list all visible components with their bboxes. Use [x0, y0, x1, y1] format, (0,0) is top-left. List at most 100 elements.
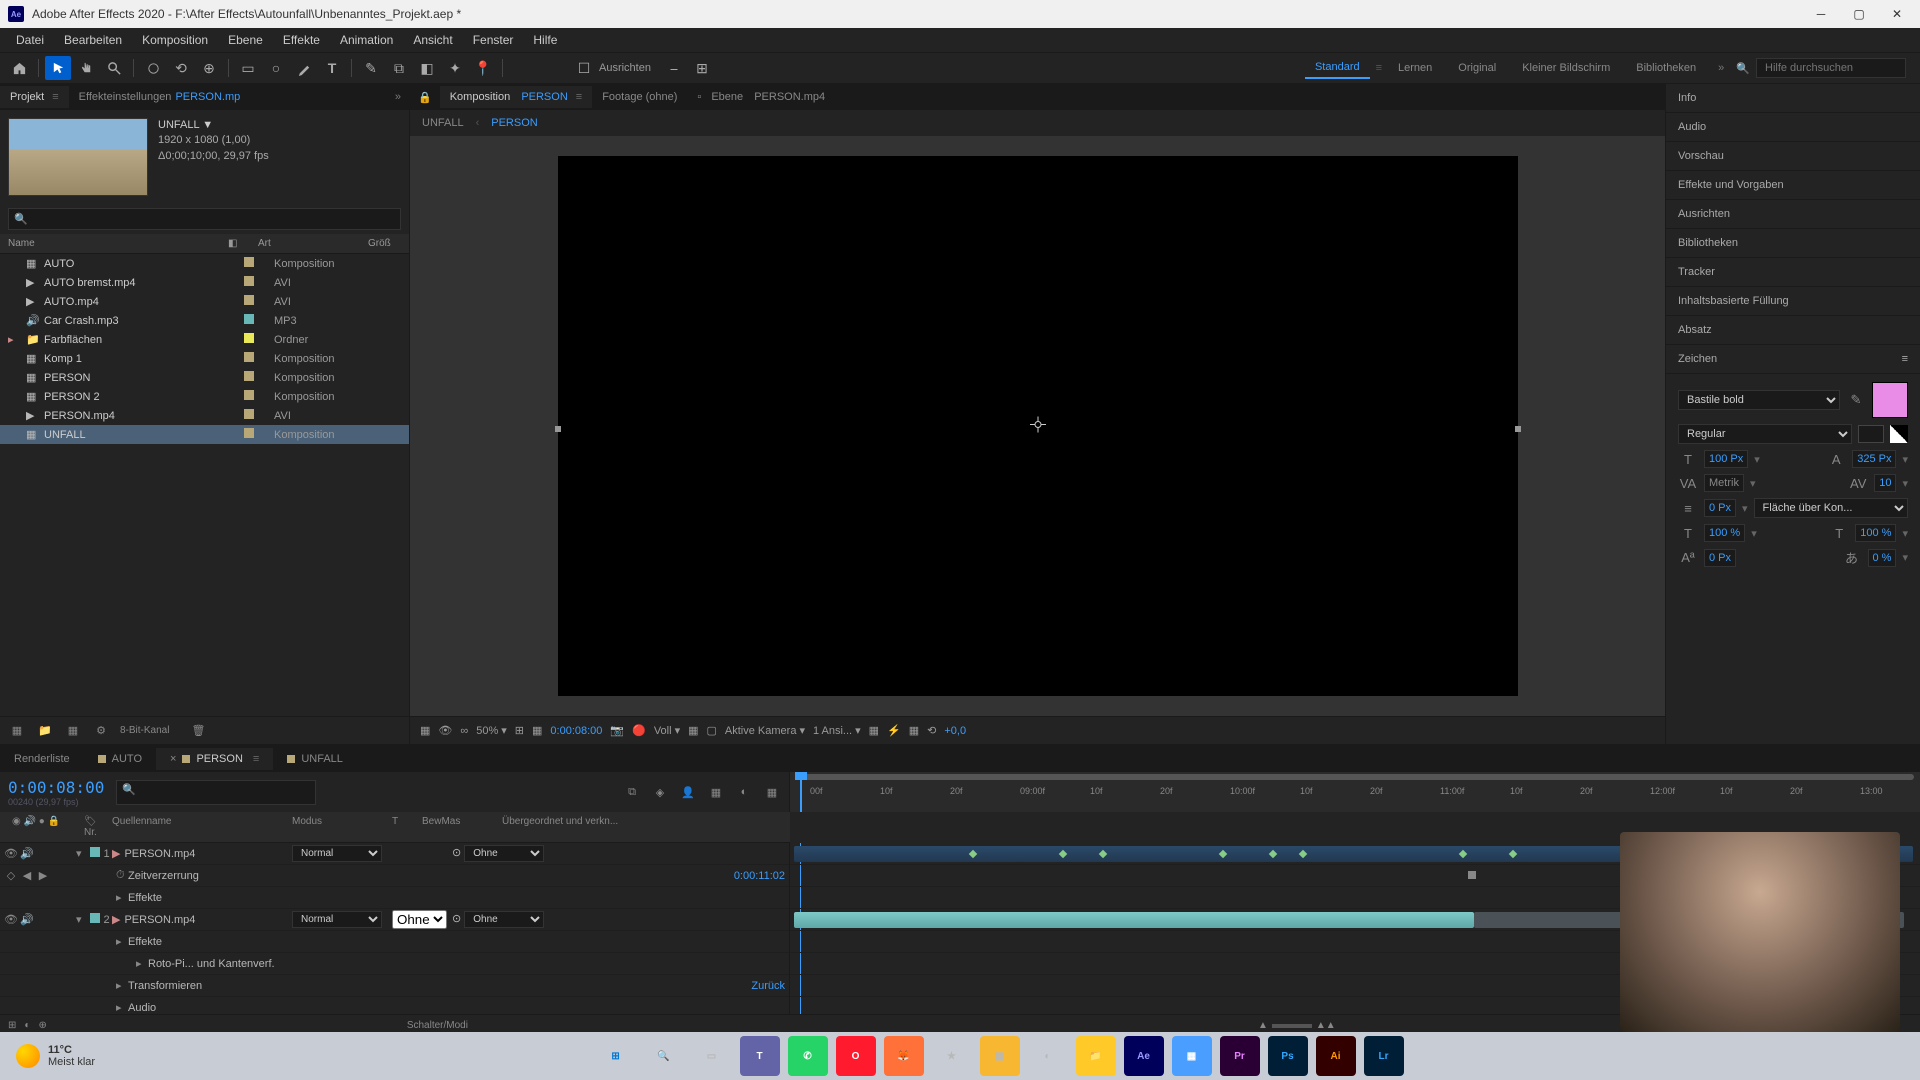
timeline-layer-row[interactable]: ▸ Roto-Pi... und Kantenverf.	[0, 953, 789, 975]
graph-editor-icon[interactable]: ▦	[763, 783, 781, 801]
timeline-layer-row[interactable]: 👁🔊 ▾ 1 ▶ PERSON.mp4 Normal ⊙ Ohne	[0, 843, 789, 865]
menu-effekte[interactable]: Effekte	[273, 29, 330, 51]
interpret-footage-icon[interactable]: ▦	[8, 722, 26, 740]
snap-checkbox[interactable]: ☐	[571, 56, 597, 80]
panel-tracker[interactable]: Tracker	[1666, 258, 1920, 287]
comp-mini-flowchart-icon[interactable]: ⧉	[623, 783, 641, 801]
clone-tool[interactable]: ⧉	[386, 56, 412, 80]
leading-input[interactable]: 325 Px	[1852, 450, 1896, 468]
ae-taskbar-icon[interactable]: Ae	[1124, 1036, 1164, 1076]
project-item[interactable]: ▦ PERSON Komposition	[0, 368, 409, 387]
premiere-icon[interactable]: Pr	[1220, 1036, 1260, 1076]
timeline-layer-row[interactable]: ▸ Transformieren Zurück	[0, 975, 789, 997]
timeline-search-input[interactable]	[116, 780, 316, 805]
col-name-header[interactable]: Name	[8, 238, 228, 249]
hand-tool[interactable]	[73, 56, 99, 80]
timeline-layer-row[interactable]: ▸ Effekte	[0, 931, 789, 953]
project-item[interactable]: ▶ AUTO.mp4 AVI	[0, 292, 409, 311]
rectangle-tool[interactable]: ▭	[235, 56, 261, 80]
panel-more-icon[interactable]: »	[395, 91, 409, 103]
panel-zeichen-header[interactable]: Zeichen≡	[1666, 345, 1920, 374]
task-view-button[interactable]: ▭	[692, 1036, 732, 1076]
timeline-icon[interactable]: ▦	[909, 724, 919, 737]
teams-icon[interactable]: T	[740, 1036, 780, 1076]
tab-unfall[interactable]: UNFALL	[273, 748, 357, 770]
app-icon-4[interactable]: ▦	[1172, 1036, 1212, 1076]
zoom-out-icon[interactable]: ▲	[1258, 1020, 1268, 1031]
snapshot-icon[interactable]: 📷	[610, 724, 624, 737]
home-tool[interactable]	[6, 56, 32, 80]
photoshop-icon[interactable]: Ps	[1268, 1036, 1308, 1076]
current-time-display[interactable]: 0:00:08:00	[8, 778, 104, 797]
project-search-input[interactable]	[8, 208, 401, 230]
panel-vorschau[interactable]: Vorschau	[1666, 142, 1920, 171]
project-item[interactable]: ▦ Komp 1 Komposition	[0, 349, 409, 368]
eyedropper-icon[interactable]: ✎	[1846, 392, 1866, 408]
zoom-dropdown[interactable]: 50% ▾	[476, 724, 507, 737]
zoom-slider[interactable]	[1272, 1024, 1312, 1028]
tab-auto[interactable]: AUTO	[84, 748, 156, 770]
app-icon-3[interactable]: ◐	[1028, 1036, 1068, 1076]
zoom-in-icon[interactable]: ▲▲	[1316, 1020, 1336, 1031]
rotate-tool[interactable]: ⟲	[168, 56, 194, 80]
channel-icon[interactable]: 👁	[438, 724, 452, 737]
menu-hilfe[interactable]: Hilfe	[523, 29, 567, 51]
toggle-modes-icon[interactable]: ◐	[24, 1020, 30, 1031]
weather-widget[interactable]: 11°C Meist klar	[16, 1044, 95, 1068]
region-icon[interactable]: ▢	[707, 724, 717, 737]
tab-effekteinstellungen[interactable]: Effekteinstellungen PERSON.mp	[69, 86, 251, 108]
fast-preview-icon[interactable]: ⚡	[887, 724, 901, 737]
shy-icon[interactable]: 👤	[679, 783, 697, 801]
tracking-input[interactable]: 10	[1874, 474, 1896, 492]
panel-audio[interactable]: Audio	[1666, 113, 1920, 142]
roto-tool[interactable]: ✦	[442, 56, 468, 80]
snap-grid[interactable]: ⊞	[689, 56, 715, 80]
lightroom-icon[interactable]: Lr	[1364, 1036, 1404, 1076]
fill-method-select[interactable]: Fläche über Kon...	[1754, 498, 1908, 518]
font-family-select[interactable]: Bastile bold	[1678, 390, 1840, 410]
eraser-tool[interactable]: ◧	[414, 56, 440, 80]
transparency-icon[interactable]: ▦	[688, 724, 698, 737]
kerning-input[interactable]: Metrik	[1704, 474, 1744, 492]
vscale-input[interactable]: 100 %	[1704, 524, 1745, 542]
hscale-input[interactable]: 100 %	[1855, 524, 1896, 542]
col-modus[interactable]: Modus	[288, 814, 388, 840]
firefox-icon[interactable]: 🦊	[884, 1036, 924, 1076]
pen-tool[interactable]	[291, 56, 317, 80]
zoom-tool[interactable]	[101, 56, 127, 80]
col-t[interactable]: T	[388, 814, 418, 840]
tab-ebene[interactable]: ▫ Ebene PERSON.mp4	[687, 86, 835, 108]
panel-ausrichten[interactable]: Ausrichten	[1666, 200, 1920, 229]
col-parent[interactable]: Übergeordnet und verkn...	[498, 814, 622, 840]
menu-komposition[interactable]: Komposition	[132, 29, 218, 51]
mask-toggle-icon[interactable]: ▦	[420, 724, 430, 737]
timeline-layer-row[interactable]: ◇◀▶ ⏱ Zeitverzerrung 0:00:11:02	[0, 865, 789, 887]
workspace-lernen[interactable]: Lernen	[1388, 58, 1442, 78]
views-dropdown[interactable]: 1 Ansi... ▾	[813, 724, 861, 737]
camera-dropdown[interactable]: Aktive Kamera ▾	[725, 724, 805, 737]
workspace-bibliotheken[interactable]: Bibliotheken	[1626, 58, 1706, 78]
settings-icon[interactable]: ⚙	[92, 722, 110, 740]
tab-renderliste[interactable]: Renderliste	[0, 748, 84, 770]
project-item[interactable]: ▶ PERSON.mp4 AVI	[0, 406, 409, 425]
project-item[interactable]: ▶ AUTO bremst.mp4 AVI	[0, 273, 409, 292]
time-display[interactable]: 0:00:08:00	[550, 725, 602, 737]
ellipse-tool[interactable]: ○	[263, 56, 289, 80]
channel-display[interactable]: 🔴	[632, 724, 646, 737]
col-quelle[interactable]: Quellenname	[108, 814, 288, 840]
text-tool[interactable]: T	[319, 56, 345, 80]
menu-ebene[interactable]: Ebene	[218, 29, 273, 51]
illustrator-icon[interactable]: Ai	[1316, 1036, 1356, 1076]
panel-fuellung[interactable]: Inhaltsbasierte Füllung	[1666, 287, 1920, 316]
menu-bearbeiten[interactable]: Bearbeiten	[54, 29, 132, 51]
col-art-header[interactable]: Art	[258, 238, 368, 249]
res-icon[interactable]: ∞	[460, 725, 468, 737]
explorer-icon[interactable]: 📁	[1076, 1036, 1116, 1076]
menu-ansicht[interactable]: Ansicht	[403, 29, 462, 51]
menu-animation[interactable]: Animation	[330, 29, 403, 51]
app-icon-1[interactable]: ★	[932, 1036, 972, 1076]
start-button[interactable]: ⊞	[596, 1036, 636, 1076]
maximize-button[interactable]: ▢	[1852, 7, 1866, 21]
bpc-label[interactable]: 8-Bit-Kanal	[120, 725, 169, 736]
breadcrumb-unfall[interactable]: UNFALL	[422, 117, 464, 129]
